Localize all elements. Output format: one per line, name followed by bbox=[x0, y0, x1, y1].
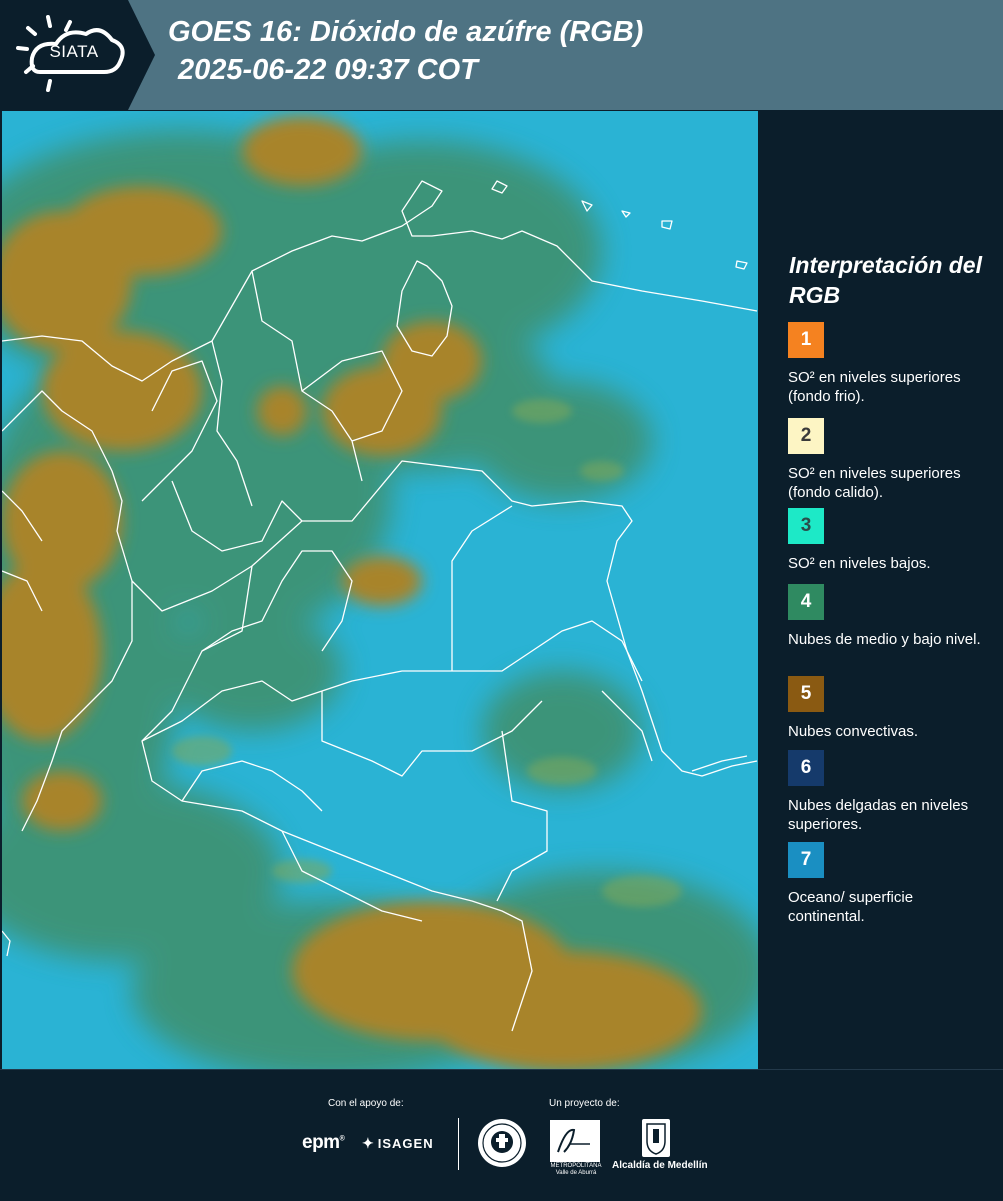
legend-item-1: 1 SO² en niveles superiores (fondo frio)… bbox=[788, 322, 993, 406]
project-label: Un proyecto de: bbox=[549, 1098, 620, 1109]
area-metropolitana-text: METROPOLITANA Valle de Aburrá bbox=[550, 1163, 602, 1176]
legend-label: Nubes delgadas en niveles superiores. bbox=[788, 797, 969, 833]
legend-number: 3 bbox=[800, 515, 812, 536]
isagen-logo[interactable]: ✦ ISAGEN bbox=[362, 1135, 434, 1152]
legend-label: Oceano/ superficie continental. bbox=[788, 889, 914, 925]
medellin-seal-icon[interactable] bbox=[477, 1118, 527, 1168]
legend-label: Nubes de medio y bajo nivel. bbox=[788, 631, 981, 648]
legend-label: SO² en niveles bajos. bbox=[788, 555, 931, 572]
support-label: Con el apoyo de: bbox=[328, 1098, 404, 1109]
legend-number: 4 bbox=[800, 591, 812, 612]
legend-number: 1 bbox=[800, 329, 812, 350]
footer: Con el apoyo de: Un proyecto de: epm® ✦ I… bbox=[0, 1069, 1003, 1201]
page-timestamp: 2025-06-22 09:37 COT bbox=[178, 54, 478, 86]
legend-swatch: 4 bbox=[788, 584, 824, 620]
legend-swatch: 3 bbox=[788, 508, 824, 544]
epm-text: epm bbox=[302, 1132, 340, 1153]
epm-logo[interactable]: epm® bbox=[302, 1132, 345, 1154]
siata-logo[interactable]: SIATA bbox=[0, 0, 155, 110]
legend-item-4: 4 Nubes de medio y bajo nivel. bbox=[788, 584, 993, 649]
isagen-mark-icon: ✦ bbox=[362, 1135, 375, 1151]
legend-item-7: 7 Oceano/ superficie continental. bbox=[788, 842, 993, 926]
footer-divider bbox=[458, 1118, 459, 1170]
legend-swatch: 1 bbox=[788, 322, 824, 358]
legend-number: 2 bbox=[800, 425, 812, 446]
legend-swatch: 6 bbox=[788, 750, 824, 786]
satellite-map[interactable] bbox=[2, 111, 758, 1069]
satellite-image bbox=[2, 111, 758, 1069]
legend-label: Nubes convectivas. bbox=[788, 723, 919, 740]
header-bar: SIATA GOES 16: Dióxido de azúfre (RGB) 2… bbox=[0, 0, 1003, 110]
alcaldia-text: Alcaldía de Medellín bbox=[612, 1160, 708, 1171]
legend-number: 7 bbox=[800, 849, 812, 870]
logo-text: SIATA bbox=[49, 42, 99, 61]
legend-number: 6 bbox=[800, 757, 812, 778]
isagen-text: ISAGEN bbox=[377, 1136, 434, 1151]
legend-label: SO² en niveles superiores (fondo calido)… bbox=[788, 465, 961, 501]
page-title: GOES 16: Dióxido de azúfre (RGB) bbox=[168, 16, 644, 48]
legend-item-6: 6 Nubes delgadas en niveles superiores. bbox=[788, 750, 993, 834]
legend-swatch: 5 bbox=[788, 676, 824, 712]
legend-item-3: 3 SO² en niveles bajos. bbox=[788, 508, 993, 573]
legend-item-2: 2 SO² en niveles superiores (fondo calid… bbox=[788, 418, 993, 502]
legend-number: 5 bbox=[800, 683, 812, 704]
legend-label: SO² en niveles superiores (fondo frio). bbox=[788, 369, 961, 405]
legend-item-5: 5 Nubes convectivas. bbox=[788, 676, 993, 741]
alcaldia-shield-icon[interactable] bbox=[642, 1119, 670, 1157]
legend-title: Interpretación del RGB bbox=[789, 252, 982, 308]
legend-swatch: 2 bbox=[788, 418, 824, 454]
legend-swatch: 7 bbox=[788, 842, 824, 878]
